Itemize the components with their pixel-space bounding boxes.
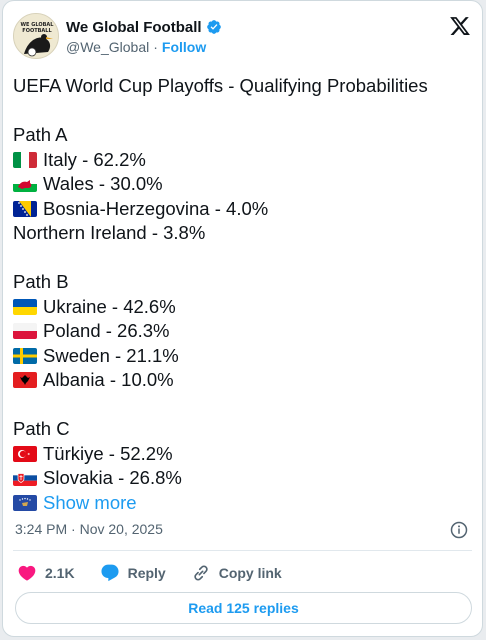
reply-label: Reply (127, 565, 166, 581)
team-line: Sweden - 21.1% (13, 344, 473, 369)
copy-link-label: Copy link (218, 565, 282, 581)
timestamp[interactable]: 3:24 PM · Nov 20, 2025 (15, 521, 163, 537)
verified-badge-icon (206, 19, 222, 35)
handle[interactable]: @We_Global (66, 39, 149, 55)
albania-flag-icon (13, 372, 37, 389)
team-text: Sweden - 21.1% (43, 344, 179, 366)
path-c-heading: Path C (13, 418, 70, 439)
avatar-logo: WE GLOBAL FOOTBALL (14, 14, 58, 58)
team-text: Wales - 30.0% (43, 173, 163, 194)
team-line: Poland - 26.3% (13, 319, 473, 344)
bosnia-flag-icon (13, 200, 37, 217)
team-text: Türkiye - 52.2% (43, 442, 173, 464)
wales-flag-icon (13, 176, 37, 193)
divider (13, 550, 472, 551)
ukraine-flag-icon (13, 298, 37, 315)
team-line: Türkiye - 52.2% (13, 442, 473, 467)
reply-button[interactable]: Reply (100, 563, 166, 583)
heart-icon (18, 565, 36, 581)
sweden-flag-icon (13, 347, 37, 364)
path-a-heading: Path A (13, 124, 68, 145)
team-text: Slovakia - 26.8% (43, 467, 182, 488)
team-text: Northern Ireland - 3.8% (13, 222, 206, 243)
like-button[interactable]: 2.1K (17, 563, 75, 583)
team-text: Italy - 62.2% (43, 148, 146, 170)
separator-dot: · (153, 39, 158, 55)
team-line: Ukraine - 42.6% (13, 295, 473, 320)
team-line: Slovakia - 26.8% (13, 466, 473, 491)
tweet-card: WE GLOBAL FOOTBALL We Global Football @W… (2, 0, 483, 637)
x-logo-icon[interactable] (449, 15, 471, 37)
turkey-flag-icon (13, 445, 37, 462)
team-line: Albania - 10.0% (13, 368, 473, 393)
link-icon (194, 565, 208, 581)
action-bar: 2.1K Reply Copy link (17, 562, 307, 584)
tweet-text: UEFA World Cup Playoffs - Qualifying Pro… (13, 74, 473, 515)
reply-bubble-icon (101, 564, 119, 582)
path-b-heading: Path B (13, 271, 69, 292)
follow-button[interactable]: Follow (162, 39, 206, 55)
show-more-link[interactable]: Show more (43, 491, 137, 516)
kosovo-flag-icon (13, 494, 37, 511)
team-text: Ukraine - 42.6% (43, 295, 176, 317)
team-text: Poland - 26.3% (43, 320, 170, 341)
slovakia-flag-icon (13, 470, 37, 487)
poland-flag-icon (13, 323, 37, 340)
tweet-header: WE GLOBAL FOOTBALL We Global Football @W… (13, 11, 473, 61)
team-line: Bosnia-Herzegovina - 4.0% (13, 197, 473, 222)
display-name[interactable]: We Global Football (66, 19, 202, 36)
team-text: Albania - 10.0% (43, 369, 174, 390)
svg-text:FOOTBALL: FOOTBALL (22, 28, 52, 34)
team-line: Italy - 62.2% (13, 148, 473, 173)
team-line: Northern Ireland - 3.8% (13, 221, 473, 246)
italy-flag-icon (13, 151, 37, 168)
team-line: Wales - 30.0% (13, 172, 473, 197)
avatar[interactable]: WE GLOBAL FOOTBALL (13, 13, 59, 59)
team-text: Bosnia-Herzegovina - 4.0% (43, 197, 269, 219)
copy-link-button[interactable]: Copy link (191, 563, 282, 583)
handle-row: @We_Global · Follow (66, 39, 206, 55)
name-row: We Global Football (66, 17, 222, 37)
tweet-title: UEFA World Cup Playoffs - Qualifying Pro… (13, 75, 428, 96)
info-icon[interactable] (450, 521, 468, 539)
show-more-line: Show more (13, 491, 473, 516)
read-replies-button[interactable]: Read 125 replies (15, 592, 472, 624)
like-count: 2.1K (45, 565, 75, 581)
